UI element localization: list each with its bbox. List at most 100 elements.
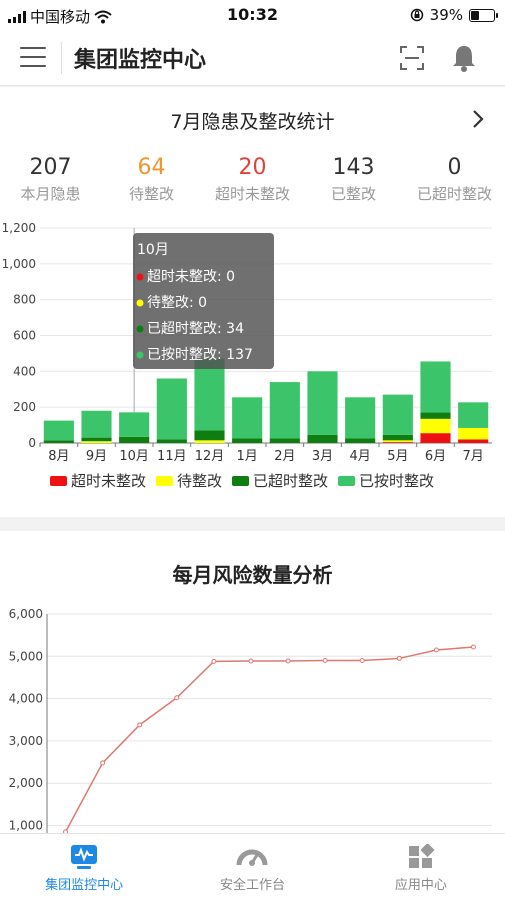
bar-segment bbox=[458, 439, 489, 443]
data-point bbox=[174, 695, 180, 701]
stat-monthly-hazards[interactable]: 207 本月隐患 bbox=[0, 155, 101, 204]
data-point bbox=[248, 658, 254, 664]
battery-percent: 39% bbox=[429, 6, 463, 24]
battery-icon bbox=[469, 8, 498, 22]
tab-label: 安全工作台 bbox=[219, 878, 285, 893]
bar-segment bbox=[458, 402, 489, 428]
risk-trend-card: 每月风险数量分析 1,000 2,000 3,000 4,000 5,000 6,000 bbox=[0, 531, 505, 833]
bottom-tab-bar: 集团监控中心 安全工作台 应用中心 bbox=[0, 833, 505, 900]
stat-pending[interactable]: 64 待整改 bbox=[101, 155, 202, 204]
apps-icon bbox=[408, 844, 435, 868]
bar-segment bbox=[420, 418, 451, 434]
data-point bbox=[322, 658, 328, 664]
bar-segment bbox=[382, 440, 413, 443]
y-tick-label: 1,000 bbox=[2, 257, 36, 271]
data-point bbox=[137, 722, 143, 728]
legend-label: 超时未整改 bbox=[71, 472, 146, 490]
legend-swatch bbox=[338, 476, 355, 486]
stat-label: 已整改 bbox=[330, 185, 376, 203]
tab-safety-workbench[interactable]: 安全工作台 bbox=[168, 834, 336, 900]
bar-segment bbox=[43, 420, 74, 441]
bar-segment bbox=[420, 412, 451, 419]
bar-segment bbox=[156, 439, 187, 443]
tab-label: 应用中心 bbox=[394, 878, 447, 893]
bar-segment bbox=[382, 434, 413, 441]
battery-fill bbox=[471, 10, 480, 20]
stat-value: 207 bbox=[29, 155, 72, 180]
y-tick-label: 4,000 bbox=[9, 692, 43, 706]
line-chart[interactable]: 1,000 2,000 3,000 4,000 5,000 6,000 bbox=[0, 531, 505, 833]
bar-segment bbox=[307, 434, 338, 443]
status-right: 39% bbox=[410, 6, 498, 24]
bar-segment bbox=[420, 361, 451, 413]
bar-segment bbox=[232, 438, 263, 443]
bar-segment bbox=[81, 410, 112, 438]
menu-icon[interactable] bbox=[20, 47, 46, 69]
legend-label: 待整改 bbox=[177, 472, 222, 490]
dashboard-icon bbox=[236, 849, 268, 866]
bar-segment bbox=[269, 382, 300, 439]
page-title: 集团监控中心 bbox=[74, 48, 207, 73]
series-line bbox=[64, 646, 474, 833]
bar-segment bbox=[307, 371, 338, 435]
x-tick-label: 8月 bbox=[48, 449, 69, 464]
scan-icon[interactable] bbox=[400, 46, 424, 70]
bar-segment bbox=[458, 427, 489, 440]
x-tick-label: 7月 bbox=[463, 449, 484, 464]
data-point bbox=[359, 658, 365, 664]
y-tick-label: 800 bbox=[13, 293, 36, 307]
x-tick-label: 4月 bbox=[350, 449, 371, 464]
orientation-lock-icon bbox=[410, 8, 423, 22]
header-divider bbox=[61, 42, 62, 74]
y-tick-label: 1,200 bbox=[2, 221, 36, 235]
x-tick-label: 11月 bbox=[157, 449, 187, 464]
bar-segment bbox=[269, 438, 300, 443]
tooltip-marker bbox=[136, 273, 144, 281]
bar-segment bbox=[382, 442, 413, 443]
legend-swatch bbox=[50, 476, 67, 486]
bar-segment bbox=[194, 358, 225, 431]
tooltip-line: 已按时整改: 137 bbox=[147, 347, 253, 363]
tab-monitor-center[interactable]: 集团监控中心 bbox=[0, 834, 168, 900]
data-point bbox=[433, 647, 439, 653]
stat-value: 20 bbox=[238, 155, 267, 180]
y-tick-label: 400 bbox=[13, 364, 36, 378]
bar-segment bbox=[382, 394, 413, 435]
y-tick-label: 1,000 bbox=[9, 819, 43, 833]
stat-overdue-fixed[interactable]: 0 已超时整改 bbox=[404, 155, 505, 204]
data-point bbox=[285, 658, 291, 664]
y-tick-label: 5,000 bbox=[9, 649, 43, 663]
legend-swatch bbox=[156, 476, 173, 486]
chevron-right-icon[interactable] bbox=[471, 109, 485, 129]
bar-segment bbox=[119, 436, 150, 443]
stat-label: 超时未整改 bbox=[214, 185, 290, 203]
stat-fixed[interactable]: 143 已整改 bbox=[303, 155, 404, 204]
monitor-icon bbox=[71, 845, 98, 869]
x-tick-label: 2月 bbox=[274, 449, 295, 464]
bar-segment bbox=[420, 433, 451, 443]
y-tick-label: 6,000 bbox=[9, 607, 43, 621]
x-tick-label: 9月 bbox=[86, 449, 107, 464]
bar-segment bbox=[81, 441, 112, 443]
tab-app-center[interactable]: 应用中心 bbox=[337, 834, 505, 900]
stat-label: 本月隐患 bbox=[20, 185, 81, 203]
tooltip-marker bbox=[136, 325, 144, 333]
tooltip-line: 超时未整改: 0 bbox=[147, 269, 235, 285]
x-tick-label: 1月 bbox=[237, 449, 258, 464]
x-tick-label: 3月 bbox=[312, 449, 333, 464]
data-point bbox=[100, 760, 106, 766]
bar-segment bbox=[81, 437, 112, 442]
y-tick-label: 600 bbox=[13, 329, 36, 343]
bar-segment bbox=[194, 440, 225, 443]
x-tick-label: 12月 bbox=[195, 449, 225, 464]
stat-label: 待整改 bbox=[128, 185, 174, 203]
y-tick-label: 200 bbox=[13, 400, 36, 414]
legend-label: 已按时整改 bbox=[359, 472, 434, 490]
x-tick-label: 6月 bbox=[425, 449, 446, 464]
stat-value: 0 bbox=[447, 155, 462, 180]
stat-value: 64 bbox=[137, 155, 166, 180]
bell-icon[interactable] bbox=[451, 44, 477, 72]
stat-overdue-unfixed[interactable]: 20 超时未整改 bbox=[202, 155, 303, 204]
stacked-bar-chart[interactable]: 0 200 400 600 800 1,000 1,200 8月 9月 10月 11月 12月 1月 2月… bbox=[0, 214, 505, 517]
bar-segment bbox=[156, 378, 187, 440]
